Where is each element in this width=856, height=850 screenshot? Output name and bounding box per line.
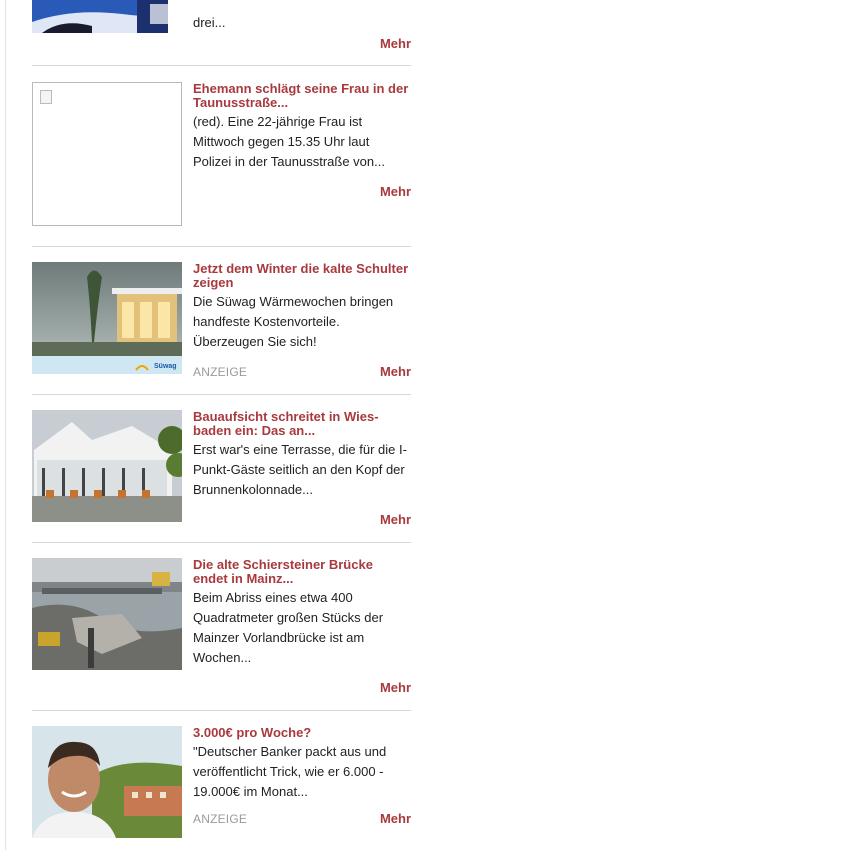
left-border-line	[5, 0, 6, 850]
more-link[interactable]: Mehr	[380, 364, 411, 379]
news-snippet: Beim Abriss eines etwa 400 Quadratmeter …	[193, 590, 384, 665]
ad-thumbnail[interactable]: Süwag	[32, 262, 182, 374]
more-link[interactable]: Mehr	[380, 680, 411, 695]
ad-item[interactable]: 3.000€ pro Woche? "Deutscher Banker pack…	[32, 726, 411, 844]
ad-snippet: "Deutscher Banker packt aus und veröffen…	[193, 744, 387, 799]
news-thumbnail[interactable]	[32, 0, 182, 33]
news-thumbnail-broken[interactable]	[32, 82, 182, 232]
news-thumbnail[interactable]	[32, 558, 182, 670]
news-item[interactable]: drei... Mehr	[32, 0, 411, 64]
ad-item[interactable]: Süwag Jetzt dem Winter die kalte Schulte…	[32, 262, 411, 380]
more-link[interactable]: Mehr	[380, 184, 411, 199]
divider	[32, 65, 411, 66]
more-link[interactable]: Mehr	[380, 811, 411, 826]
more-link[interactable]: Mehr	[380, 36, 411, 51]
news-thumbnail[interactable]	[32, 410, 182, 522]
broken-image-icon	[40, 90, 52, 104]
news-item[interactable]: Die alte Schiersteiner Brücke endet in M…	[32, 558, 411, 696]
news-item[interactable]: Ehemann schlägt seine Frau in der Taunus…	[32, 82, 411, 232]
news-title[interactable]: Ehemann schlägt seine Frau in der Taunus…	[193, 82, 411, 110]
news-item[interactable]: Bauaufsicht schreitet in Wies-baden ein:…	[32, 410, 411, 528]
ad-label: ANZEIGE	[193, 812, 248, 826]
divider	[32, 542, 411, 543]
ad-thumbnail[interactable]	[32, 726, 182, 838]
news-snippet: Erst war's eine Terrasse, die für die I-…	[193, 442, 407, 497]
ad-label: ANZEIGE	[193, 365, 248, 379]
ad-snippet: Die Süwag Wärmewochen bringen handfeste …	[193, 294, 394, 349]
news-feed: drei... Mehr Ehemann schlägt seine Frau …	[32, 0, 411, 850]
divider	[32, 246, 411, 247]
more-link[interactable]: Mehr	[380, 512, 411, 527]
news-snippet: (red). Eine 22-jährige Frau ist Mittwoch…	[193, 114, 385, 169]
divider	[32, 710, 411, 711]
news-snippet: drei...	[193, 15, 226, 30]
news-title[interactable]: Bauaufsicht schreitet in Wies-baden ein:…	[193, 410, 411, 438]
ad-title[interactable]: 3.000€ pro Woche?	[193, 726, 411, 740]
news-title[interactable]: Die alte Schiersteiner Brücke endet in M…	[193, 558, 411, 586]
suewag-logo: Süwag	[154, 363, 177, 370]
divider	[32, 394, 411, 395]
ad-title[interactable]: Jetzt dem Winter die kalte Schulter zeig…	[193, 262, 411, 290]
